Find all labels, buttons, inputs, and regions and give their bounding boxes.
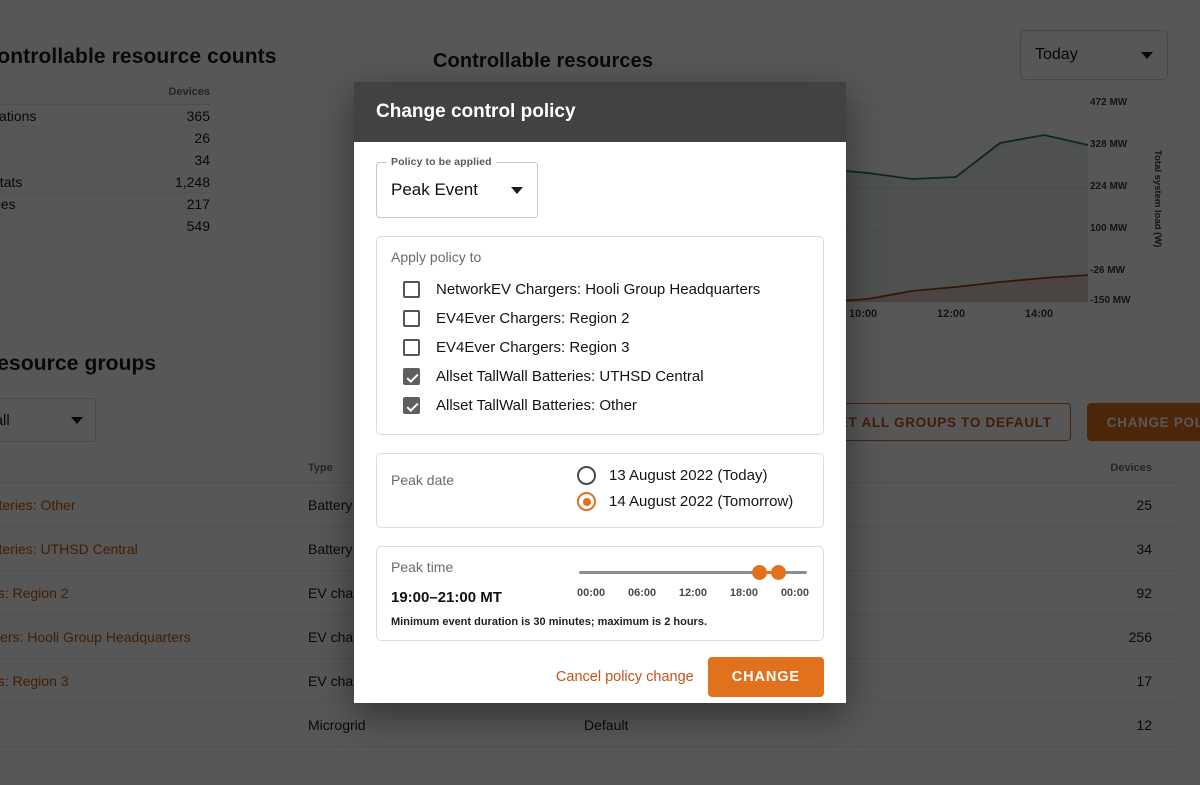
slider-tick: 06:00 — [627, 587, 657, 599]
radio-selected-icon[interactable] — [577, 492, 596, 511]
dialog-title: Change control policy — [376, 101, 576, 122]
apply-policy-to-panel: Apply policy to NetworkEV Chargers: Hool… — [376, 236, 824, 435]
confirm-change-button[interactable]: CHANGE — [707, 657, 824, 697]
checkbox-label: Allset TallWall Batteries: UTHSD Central — [436, 368, 704, 385]
radio-unselected-icon[interactable] — [577, 466, 596, 485]
change-control-policy-dialog: Change control policy Policy to be appli… — [354, 82, 846, 703]
checkbox-unchecked-icon[interactable] — [403, 339, 420, 356]
policy-select-value: Peak Event — [391, 180, 478, 199]
checkbox-label: Allset TallWall Batteries: Other — [436, 397, 637, 414]
slider-thumb-end[interactable] — [771, 565, 786, 580]
app-root: Controllable resource counts Controllabl… — [0, 0, 1200, 785]
peak-time-panel: Peak time 19:00–21:00 MT 00:00 06:00 12: — [376, 546, 824, 641]
list-item[interactable]: NetworkEV Chargers: Hooli Group Headquar… — [403, 275, 809, 304]
radio-label: 14 August 2022 (Tomorrow) — [609, 493, 794, 510]
checkbox-checked-icon[interactable] — [403, 368, 420, 385]
list-item[interactable]: EV4Ever Chargers: Region 2 — [403, 304, 809, 333]
slider-tick-labels: 00:00 06:00 12:00 18:00 00:00 — [577, 587, 809, 599]
peak-time-label: Peak time — [391, 559, 454, 575]
apply-policy-to-label: Apply policy to — [391, 249, 482, 265]
peak-date-radio-group: 13 August 2022 (Today) 14 August 2022 (T… — [577, 466, 793, 511]
radio-option-today[interactable]: 13 August 2022 (Today) — [577, 466, 793, 485]
checkbox-label: EV4Ever Chargers: Region 2 — [436, 310, 630, 327]
dialog-footer: Cancel policy change CHANGE — [354, 641, 846, 703]
peak-time-range-value: 19:00–21:00 MT — [391, 589, 502, 606]
slider-tick: 18:00 — [729, 587, 758, 599]
peak-time-range-slider[interactable] — [579, 565, 807, 580]
list-item[interactable]: Allset TallWall Batteries: Other — [403, 391, 809, 420]
slider-tick: 12:00 — [678, 587, 708, 599]
checkbox-unchecked-icon[interactable] — [403, 310, 420, 327]
checkbox-checked-icon[interactable] — [403, 397, 420, 414]
cancel-policy-change-button[interactable]: Cancel policy change — [556, 669, 694, 685]
policy-select[interactable]: Policy to be applied Peak Event — [376, 156, 538, 218]
radio-label: 13 August 2022 (Today) — [609, 467, 768, 484]
chevron-down-icon — [511, 186, 523, 194]
peak-date-panel: Peak date 13 August 2022 (Today) 14 Augu… — [376, 453, 824, 528]
dialog-body: Policy to be applied Peak Event Apply po… — [354, 142, 846, 641]
slider-thumb-start[interactable] — [752, 565, 767, 580]
peak-time-note: Minimum event duration is 30 minutes; ma… — [391, 616, 708, 628]
list-item[interactable]: Allset TallWall Batteries: UTHSD Central — [403, 362, 809, 391]
checkbox-label: NetworkEV Chargers: Hooli Group Headquar… — [436, 281, 761, 298]
policy-select-legend: Policy to be applied — [387, 156, 496, 168]
checkbox-label: EV4Ever Chargers: Region 3 — [436, 339, 630, 356]
peak-date-label: Peak date — [391, 472, 455, 488]
slider-tick: 00:00 — [577, 587, 606, 599]
list-item[interactable]: EV4Ever Chargers: Region 3 — [403, 333, 809, 362]
radio-option-tomorrow[interactable]: 14 August 2022 (Tomorrow) — [577, 492, 793, 511]
slider-tick: 00:00 — [780, 587, 809, 599]
checkbox-unchecked-icon[interactable] — [403, 281, 420, 298]
dialog-header: Change control policy — [354, 82, 846, 142]
